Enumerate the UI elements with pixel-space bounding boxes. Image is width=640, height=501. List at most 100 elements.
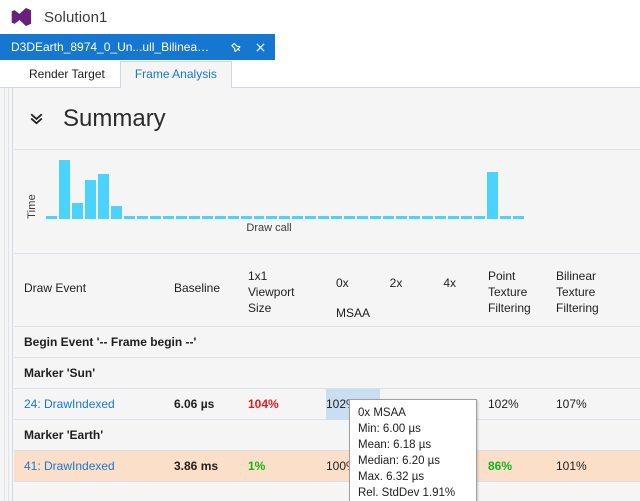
chart-bar[interactable] — [46, 216, 57, 219]
header-bilinear-texture-filtering[interactable]: Bilinear Texture Filtering — [556, 254, 626, 316]
chart-bar[interactable] — [214, 216, 226, 219]
document-tab-label: D3DEarth_8974_0_Un...ull_Bilinear.vsglog — [11, 40, 212, 54]
chart-bar[interactable] — [422, 216, 434, 219]
chart-bar[interactable] — [383, 216, 395, 219]
chart-bar[interactable] — [357, 216, 369, 219]
table-row[interactable]: 24: DrawIndexed6.06 µs104%102%94%98%102%… — [14, 388, 640, 420]
summary-header[interactable]: Summary — [14, 88, 640, 150]
chart-bar[interactable] — [370, 216, 382, 219]
table-row[interactable]: 41: DrawIndexed3.86 ms1%100%161%170%86%1… — [14, 451, 640, 482]
pin-icon[interactable] — [230, 41, 243, 54]
chart-bar[interactable] — [499, 216, 511, 219]
cell-bilinear[interactable]: 107% — [556, 397, 626, 411]
draw-call-time-chart: Time Draw call — [14, 150, 640, 254]
cell-baseline[interactable]: 6.06 µs — [174, 397, 248, 411]
chart-bar[interactable] — [344, 216, 356, 219]
chart-bar[interactable] — [188, 216, 200, 219]
chart-bar[interactable] — [435, 216, 447, 219]
chart-bar[interactable] — [473, 216, 485, 219]
header-viewport-size[interactable]: 1x1 Viewport Size — [248, 254, 326, 316]
chart-bar[interactable] — [162, 216, 174, 219]
chart-bar[interactable] — [123, 216, 135, 219]
document-tab-strip: D3DEarth_8974_0_Un...ull_Bilinear.vsglog — [0, 34, 640, 60]
tab-render-target[interactable]: Render Target — [14, 61, 120, 88]
header-point-texture-filtering[interactable]: Point Texture Filtering — [488, 254, 556, 316]
table-header-row: Draw Event Baseline 1x1 Viewport Size Po… — [14, 254, 640, 327]
chart-bar[interactable] — [97, 174, 109, 219]
chart-x-axis-label: Draw call — [246, 222, 292, 234]
cell-baseline[interactable]: 3.86 ms — [174, 459, 248, 473]
chart-bar[interactable] — [409, 216, 421, 219]
tooltip-rel-stddev: Rel. StdDev 1.91% — [358, 487, 456, 499]
chart-bar[interactable] — [58, 160, 70, 219]
chart-bar[interactable] — [136, 216, 148, 219]
cell-viewport[interactable]: 104% — [248, 397, 326, 411]
chart-bar[interactable] — [279, 216, 291, 219]
chart-bar[interactable] — [461, 216, 472, 219]
visual-studio-logo-icon — [11, 8, 32, 26]
chart-bar[interactable] — [486, 172, 498, 219]
header-viewport-line3: Size — [248, 301, 272, 315]
summary-title: Summary — [63, 104, 166, 132]
table-group-row[interactable]: Marker 'Earth' — [14, 420, 640, 451]
cell-point[interactable]: 86% — [488, 459, 556, 473]
chart-bar[interactable] — [201, 216, 213, 219]
close-icon[interactable] — [254, 41, 267, 54]
header-viewport-line2: Viewport — [248, 285, 295, 299]
group-row-label: Marker 'Sun' — [24, 366, 96, 380]
chart-bar[interactable] — [240, 216, 252, 219]
tab-frame-analysis[interactable]: Frame Analysis — [119, 61, 232, 88]
header-msaa-2x[interactable]: 2x — [390, 276, 403, 290]
document-tab-icons — [230, 41, 267, 54]
title-bar: Solution1 — [0, 0, 640, 34]
cell-bilinear[interactable]: 101% — [556, 459, 626, 473]
cell-event[interactable]: 24: DrawIndexed — [14, 397, 174, 411]
left-gutter — [0, 88, 13, 501]
tooltip-max: Max. 6.32 µs — [358, 471, 425, 483]
draw-event-table: Begin Event '-- Frame begin --' Marker 'S… — [14, 327, 640, 482]
chart-bar[interactable] — [110, 206, 122, 219]
header-bilinear-line3: Filtering — [556, 301, 599, 315]
header-viewport-line1: 1x1 — [248, 269, 268, 283]
chart-bar[interactable] — [305, 216, 317, 219]
chart-y-axis-label: Time — [26, 194, 38, 219]
chart-bar[interactable] — [149, 216, 161, 219]
frame-analysis-panel: Summary Time Draw call Draw Event Baseli… — [0, 88, 640, 501]
chart-bar[interactable] — [292, 216, 304, 219]
header-bilinear-line1: Bilinear — [556, 269, 597, 283]
chart-plot-area[interactable] — [46, 160, 524, 219]
header-baseline[interactable]: Baseline — [174, 254, 248, 296]
header-msaa-0x[interactable]: 0x — [336, 276, 349, 290]
chart-bar[interactable] — [331, 216, 343, 219]
header-msaa-4x[interactable]: 4x — [443, 276, 456, 290]
header-msaa-group: 0x 2x 4x MSAA — [336, 276, 476, 320]
group-row-label: Begin Event '-- Frame begin --' — [24, 335, 197, 349]
header-msaa-ticks: 0x 2x 4x — [336, 276, 456, 290]
chart-bar[interactable] — [227, 216, 239, 219]
header-msaa-label: MSAA — [336, 306, 371, 320]
header-point-line1: Point — [488, 269, 516, 283]
header-draw-event[interactable]: Draw Event — [14, 254, 174, 296]
cell-event[interactable]: 41: DrawIndexed — [14, 459, 174, 473]
chart-bar[interactable] — [448, 216, 459, 219]
chart-bar[interactable] — [266, 216, 278, 219]
header-point-line2: Texture — [488, 285, 528, 299]
chart-bar[interactable] — [175, 216, 187, 219]
table-group-row[interactable]: Begin Event '-- Frame begin --' — [14, 327, 640, 358]
chart-bar[interactable] — [71, 203, 83, 219]
group-row-label: Marker 'Earth' — [24, 428, 104, 442]
chart-bar[interactable] — [253, 216, 265, 219]
table-group-row[interactable]: Marker 'Sun' — [14, 358, 640, 389]
header-point-line3: Filtering — [488, 301, 531, 315]
tooltip-min: Min: 6.00 µs — [358, 423, 421, 435]
cell-viewport[interactable]: 1% — [248, 459, 326, 473]
double-chevron-down-icon[interactable] — [28, 110, 45, 127]
chart-bar[interactable] — [396, 216, 408, 219]
chart-bar[interactable] — [512, 216, 524, 219]
cell-point[interactable]: 102% — [488, 397, 556, 411]
chart-bar[interactable] — [84, 180, 96, 219]
tool-tab-strip: Render Target Frame Analysis — [0, 60, 640, 88]
document-tab-vsglog[interactable]: D3DEarth_8974_0_Un...ull_Bilinear.vsglog — [0, 34, 275, 60]
tooltip-title: 0x MSAA — [358, 407, 406, 419]
chart-bar[interactable] — [318, 216, 330, 219]
